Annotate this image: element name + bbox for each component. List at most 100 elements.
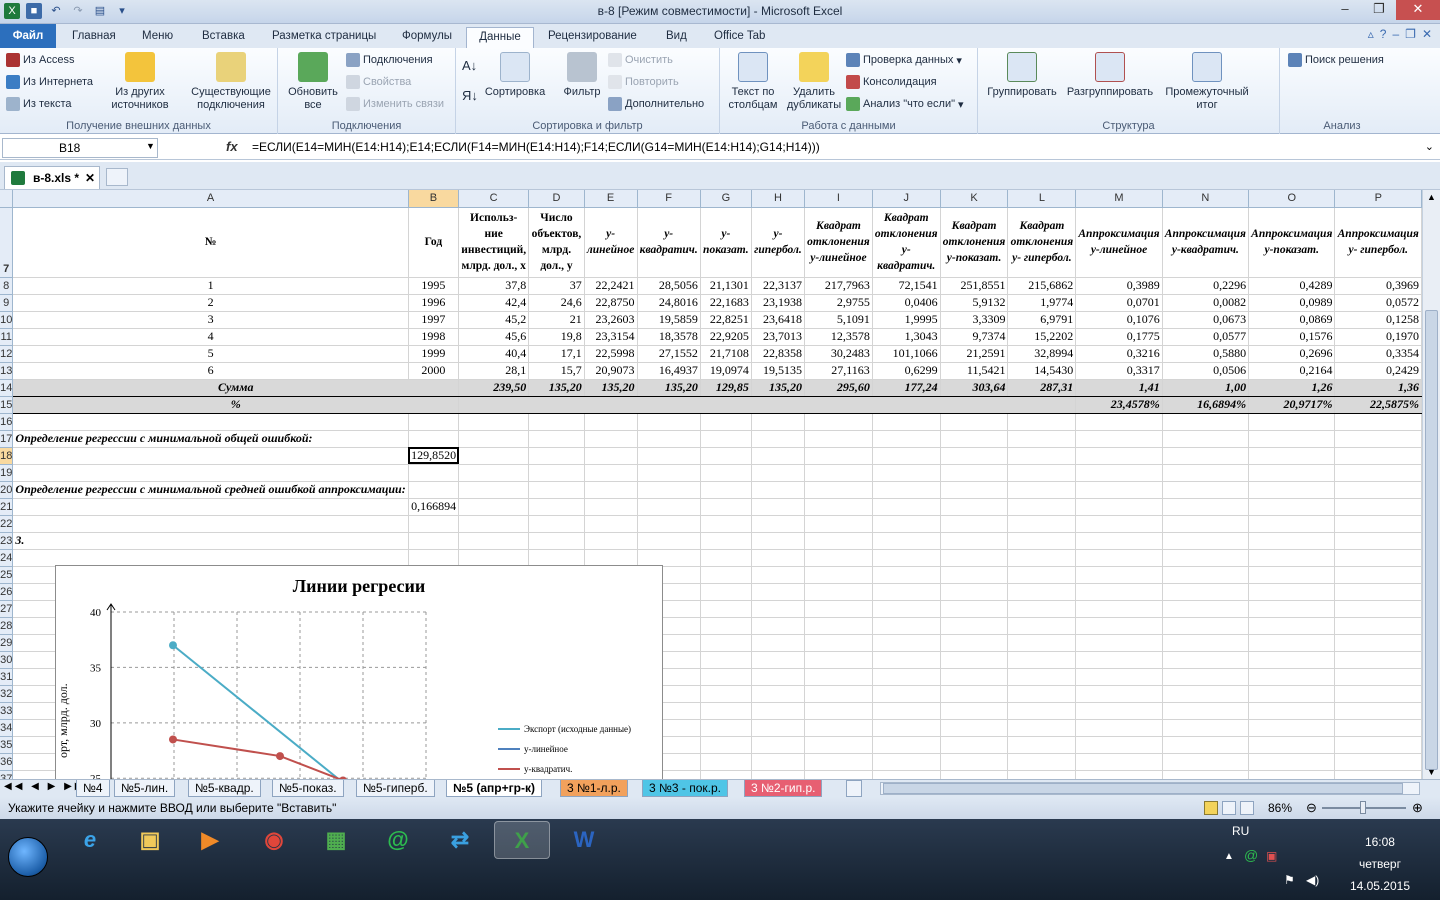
cell[interactable] (751, 702, 805, 720)
cell[interactable]: 23,7013 (751, 328, 805, 346)
cell[interactable]: 19,0974 (700, 362, 752, 380)
cell[interactable] (751, 617, 805, 635)
header-cell[interactable]: y-показат. (700, 207, 752, 278)
row-header[interactable]: 32 (0, 685, 14, 703)
cell[interactable] (1248, 736, 1336, 754)
cell[interactable] (1248, 566, 1336, 584)
cell[interactable] (872, 668, 941, 686)
sum-cell[interactable]: 135,20 (751, 378, 805, 397)
name-box-dropdown-icon[interactable]: ▼ (146, 141, 155, 151)
cell[interactable] (872, 481, 941, 499)
cell[interactable] (1075, 685, 1163, 703)
cell[interactable] (700, 617, 752, 635)
cell[interactable] (637, 532, 701, 550)
ungroup-button[interactable]: Разгруппировать (1064, 52, 1156, 99)
cell[interactable] (408, 515, 460, 533)
cell[interactable]: 0,3354 (1334, 345, 1422, 363)
cell[interactable] (1248, 617, 1336, 635)
cell[interactable]: 21,2591 (940, 345, 1009, 363)
cell[interactable]: 22,8358 (751, 345, 805, 363)
sum-cell[interactable]: 135,20 (637, 378, 701, 397)
cell[interactable] (1248, 651, 1336, 669)
sort-za-icon[interactable]: Я↓ (462, 88, 478, 103)
cell[interactable] (940, 566, 1009, 584)
sum-cell[interactable]: 1,00 (1162, 378, 1250, 397)
chrome-icon[interactable]: ◉ (246, 821, 302, 859)
cell[interactable]: 19,5859 (637, 311, 701, 329)
cell[interactable] (804, 600, 873, 618)
cell[interactable]: 0,1258 (1334, 311, 1422, 329)
cell[interactable] (940, 617, 1009, 635)
text-to-columns-button[interactable]: Текст по столбцам (724, 52, 782, 112)
cell[interactable] (940, 447, 1009, 465)
cell[interactable] (940, 549, 1009, 567)
cell[interactable] (940, 481, 1009, 499)
cell[interactable] (458, 413, 530, 431)
normal-view-icon[interactable] (1204, 801, 1218, 815)
cell[interactable]: 19,5135 (751, 362, 805, 380)
row-header[interactable]: 19 (0, 464, 14, 482)
cell[interactable]: 28,5056 (637, 277, 701, 295)
cell[interactable] (1248, 753, 1336, 771)
cell[interactable] (700, 702, 752, 720)
cell[interactable]: 11,5421 (940, 362, 1009, 380)
cell[interactable] (940, 702, 1009, 720)
cell[interactable] (1007, 719, 1077, 737)
cell[interactable] (872, 430, 941, 448)
cell[interactable] (700, 651, 752, 669)
sum-cell[interactable]: 295,60 (804, 378, 873, 397)
doc-restore-icon[interactable]: ❐ (1405, 27, 1416, 41)
cell[interactable] (1075, 583, 1163, 601)
cell[interactable] (408, 413, 460, 431)
cell[interactable] (408, 549, 460, 567)
cell[interactable] (872, 600, 941, 618)
cell[interactable] (1075, 753, 1163, 771)
select-all-corner[interactable] (0, 190, 14, 208)
cell[interactable]: 2000 (408, 362, 460, 380)
cell[interactable] (1075, 566, 1163, 584)
cell[interactable] (1334, 736, 1422, 754)
cell[interactable] (1007, 481, 1077, 499)
cell[interactable] (1007, 634, 1077, 652)
cell[interactable] (584, 447, 638, 465)
cell[interactable] (700, 583, 752, 601)
cell[interactable] (940, 668, 1009, 686)
cell[interactable] (584, 430, 638, 448)
cell[interactable] (1075, 651, 1163, 669)
cell[interactable] (940, 498, 1009, 516)
cell[interactable]: 23,2603 (584, 311, 638, 329)
cell[interactable] (1248, 702, 1336, 720)
cell[interactable] (637, 447, 701, 465)
cell[interactable] (872, 413, 941, 431)
row-header[interactable]: 36 (0, 753, 14, 771)
cell[interactable] (1075, 413, 1163, 431)
cell[interactable] (804, 566, 873, 584)
scroll-up-icon[interactable]: ▲ (1427, 192, 1436, 202)
cell[interactable]: 0,3216 (1075, 345, 1163, 363)
sheet-tab[interactable]: 3 №3 - пок.р. (642, 780, 728, 797)
cell[interactable] (751, 651, 805, 669)
zoom-in-icon[interactable]: ⊕ (1412, 800, 1423, 816)
cell[interactable] (804, 481, 873, 499)
cell[interactable]: 3 (12, 311, 409, 329)
cell[interactable] (1007, 617, 1077, 635)
cell[interactable] (804, 464, 873, 482)
cell[interactable] (1075, 515, 1163, 533)
row-header[interactable]: 28 (0, 617, 14, 635)
tab-office-tab[interactable]: Office Tab (708, 27, 771, 48)
tab-home[interactable]: Главная (66, 27, 122, 48)
percent-cell[interactable]: 16,6894% (1162, 396, 1250, 414)
cell[interactable] (1334, 651, 1422, 669)
percent-cell[interactable]: 20,9717% (1248, 396, 1336, 414)
cell[interactable]: 0,2296 (1162, 277, 1250, 295)
page-break-view-icon[interactable] (1240, 801, 1254, 815)
cell[interactable] (408, 430, 460, 448)
cell[interactable]: 1,3043 (872, 328, 941, 346)
cell[interactable] (528, 413, 585, 431)
language-indicator[interactable]: RU (1232, 824, 1249, 838)
tab-view[interactable]: Вид (660, 27, 693, 48)
reapply-button[interactable]: Повторить (608, 75, 679, 89)
cell[interactable] (940, 770, 1009, 779)
cell[interactable] (637, 515, 701, 533)
minimize-button[interactable]: – (1328, 0, 1362, 20)
